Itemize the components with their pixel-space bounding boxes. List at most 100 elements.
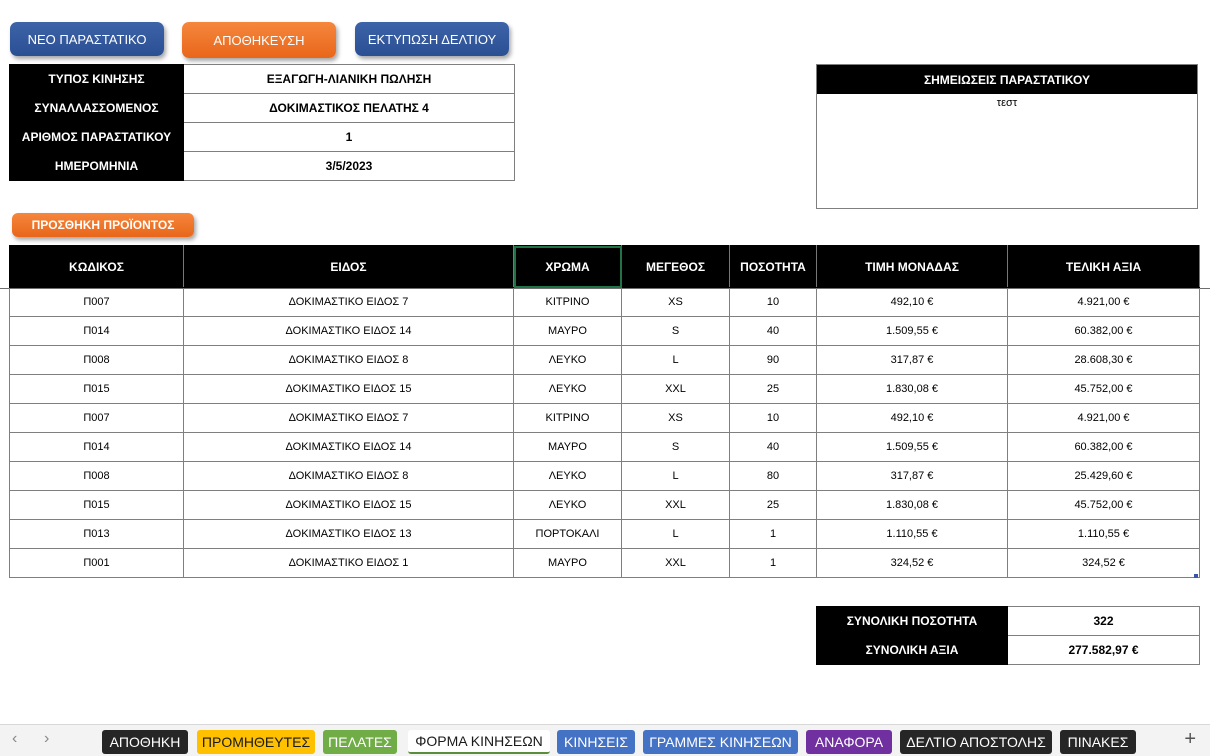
item-size[interactable]: S bbox=[621, 432, 730, 462]
plus-icon[interactable]: + bbox=[1184, 728, 1196, 751]
sheet-tab[interactable]: ΓΡΑΜΜΕΣ ΚΙΝΗΣΕΩΝ bbox=[643, 730, 798, 754]
item-quantity[interactable]: 80 bbox=[729, 461, 817, 491]
item-total[interactable]: 60.382,00 € bbox=[1007, 316, 1200, 346]
save-button[interactable]: ΑΠΟΘΗΚΕΥΣΗ bbox=[182, 22, 336, 58]
item-description[interactable]: ΔΟΚΙΜΑΣΤΙΚΟ ΕΙΔΟΣ 7 bbox=[183, 287, 514, 317]
item-code[interactable]: Π015 bbox=[9, 374, 184, 404]
item-size[interactable]: L bbox=[621, 461, 730, 491]
item-total[interactable]: 1.110,55 € bbox=[1007, 519, 1200, 549]
notes-text[interactable]: τεστ bbox=[817, 97, 1197, 109]
item-color[interactable]: ΛΕΥΚΟ bbox=[513, 490, 622, 520]
item-color[interactable]: ΛΕΥΚΟ bbox=[513, 461, 622, 491]
item-description[interactable]: ΔΟΚΙΜΑΣΤΙΚΟ ΕΙΔΟΣ 15 bbox=[183, 490, 514, 520]
sheet-tab[interactable]: ΦΟΡΜΑ ΚΙΝΗΣΕΩΝ bbox=[408, 730, 550, 754]
item-code[interactable]: Π013 bbox=[9, 519, 184, 549]
item-quantity[interactable]: 10 bbox=[729, 403, 817, 433]
item-color[interactable]: ΠΟΡΤΟΚΑΛΙ bbox=[513, 519, 622, 549]
item-quantity[interactable]: 1 bbox=[729, 548, 817, 578]
item-color[interactable]: ΛΕΥΚΟ bbox=[513, 374, 622, 404]
item-unit-price[interactable]: 1.830,08 € bbox=[816, 374, 1008, 404]
item-total[interactable]: 60.382,00 € bbox=[1007, 432, 1200, 462]
item-size[interactable]: L bbox=[621, 345, 730, 375]
item-code[interactable]: Π014 bbox=[9, 316, 184, 346]
item-description[interactable]: ΔΟΚΙΜΑΣΤΙΚΟ ΕΙΔΟΣ 13 bbox=[183, 519, 514, 549]
item-size[interactable]: S bbox=[621, 316, 730, 346]
item-code[interactable]: Π001 bbox=[9, 548, 184, 578]
info-value[interactable]: 1 bbox=[183, 122, 515, 152]
info-value[interactable]: 3/5/2023 bbox=[183, 151, 515, 181]
item-color[interactable]: ΜΑΥΡΟ bbox=[513, 548, 622, 578]
sheet-tab[interactable]: ΚΙΝΗΣΕΙΣ bbox=[557, 730, 635, 754]
item-description[interactable]: ΔΟΚΙΜΑΣΤΙΚΟ ΕΙΔΟΣ 7 bbox=[183, 403, 514, 433]
item-description[interactable]: ΔΟΚΙΜΑΣΤΙΚΟ ΕΙΔΟΣ 8 bbox=[183, 345, 514, 375]
info-value[interactable]: ΕΞΑΓΩΓΗ-ΛΙΑΝΙΚΗ ΠΩΛΗΣΗ bbox=[183, 64, 515, 94]
selection-handle[interactable] bbox=[1194, 574, 1198, 578]
item-unit-price[interactable]: 324,52 € bbox=[816, 548, 1008, 578]
item-size[interactable]: XXL bbox=[621, 548, 730, 578]
sheet-tab[interactable]: ΠΕΛΑΤΕΣ bbox=[323, 730, 397, 754]
info-label: ΗΜΕΡΟΜΗΝΙΑ bbox=[9, 151, 184, 181]
item-size[interactable]: XXL bbox=[621, 490, 730, 520]
item-description[interactable]: ΔΟΚΙΜΑΣΤΙΚΟ ΕΙΔΟΣ 14 bbox=[183, 316, 514, 346]
sheet-tab[interactable]: ΑΝΑΦΟΡΑ bbox=[806, 730, 892, 754]
item-total[interactable]: 4.921,00 € bbox=[1007, 403, 1200, 433]
column-header: ΕΙΔΟΣ bbox=[183, 245, 514, 288]
item-quantity[interactable]: 1 bbox=[729, 519, 817, 549]
item-color[interactable]: ΚΙΤΡΙΝΟ bbox=[513, 287, 622, 317]
item-total[interactable]: 4.921,00 € bbox=[1007, 287, 1200, 317]
total-quantity-row: ΣΥΝΟΛΙΚΗ ΠΟΣΟΤΗΤΑ 322 bbox=[816, 606, 1200, 636]
item-code[interactable]: Π008 bbox=[9, 345, 184, 375]
item-total[interactable]: 45.752,00 € bbox=[1007, 490, 1200, 520]
sheet-tab[interactable]: ΠΡΟΜΗΘΕΥΤΕΣ bbox=[197, 730, 315, 754]
chevron-right-icon[interactable]: › bbox=[44, 730, 49, 748]
item-description[interactable]: ΔΟΚΙΜΑΣΤΙΚΟ ΕΙΔΟΣ 1 bbox=[183, 548, 514, 578]
item-color[interactable]: ΜΑΥΡΟ bbox=[513, 316, 622, 346]
item-quantity[interactable]: 40 bbox=[729, 432, 817, 462]
item-color[interactable]: ΛΕΥΚΟ bbox=[513, 345, 622, 375]
item-total[interactable]: 45.752,00 € bbox=[1007, 374, 1200, 404]
sheet-tab[interactable]: ΠΙΝΑΚΕΣ bbox=[1060, 730, 1136, 754]
item-unit-price[interactable]: 1.110,55 € bbox=[816, 519, 1008, 549]
item-unit-price[interactable]: 492,10 € bbox=[816, 287, 1008, 317]
item-color[interactable]: ΚΙΤΡΙΝΟ bbox=[513, 403, 622, 433]
add-product-button[interactable]: ΠΡΟΣΘΗΚΗ ΠΡΟΪΟΝΤΟΣ bbox=[12, 213, 194, 237]
item-color[interactable]: ΜΑΥΡΟ bbox=[513, 432, 622, 462]
new-document-button[interactable]: ΝΕΟ ΠΑΡΑΣΤΑΤΙΚΟ bbox=[10, 22, 164, 56]
item-size[interactable]: L bbox=[621, 519, 730, 549]
item-unit-price[interactable]: 317,87 € bbox=[816, 461, 1008, 491]
info-value[interactable]: ΔΟΚΙΜΑΣΤΙΚΟΣ ΠΕΛΑΤΗΣ 4 bbox=[183, 93, 515, 123]
sheet-tab[interactable]: ΑΠΟΘΗΚΗ bbox=[102, 730, 188, 754]
total-quantity-value[interactable]: 322 bbox=[1007, 606, 1200, 636]
item-description[interactable]: ΔΟΚΙΜΑΣΤΙΚΟ ΕΙΔΟΣ 8 bbox=[183, 461, 514, 491]
item-total[interactable]: 25.429,60 € bbox=[1007, 461, 1200, 491]
sheet-tab[interactable]: ΔΕΛΤΙΟ ΑΠΟΣΤΟΛΗΣ bbox=[900, 730, 1052, 754]
item-unit-price[interactable]: 1.509,55 € bbox=[816, 432, 1008, 462]
item-quantity[interactable]: 40 bbox=[729, 316, 817, 346]
item-description[interactable]: ΔΟΚΙΜΑΣΤΙΚΟ ΕΙΔΟΣ 14 bbox=[183, 432, 514, 462]
item-quantity[interactable]: 25 bbox=[729, 490, 817, 520]
info-row-counterparty: ΣΥΝΑΛΛΑΣΣΟΜΕΝΟΣ ΔΟΚΙΜΑΣΤΙΚΟΣ ΠΕΛΑΤΗΣ 4 bbox=[9, 93, 515, 123]
info-label: ΑΡΙΘΜΟΣ ΠΑΡΑΣΤΑΤΙΚΟΥ bbox=[9, 122, 184, 152]
item-unit-price[interactable]: 317,87 € bbox=[816, 345, 1008, 375]
item-code[interactable]: Π014 bbox=[9, 432, 184, 462]
item-code[interactable]: Π007 bbox=[9, 403, 184, 433]
item-size[interactable]: XXL bbox=[621, 374, 730, 404]
item-total[interactable]: 324,52 € bbox=[1007, 548, 1200, 578]
chevron-left-icon[interactable]: ‹ bbox=[12, 730, 17, 748]
item-quantity[interactable]: 90 bbox=[729, 345, 817, 375]
item-unit-price[interactable]: 492,10 € bbox=[816, 403, 1008, 433]
item-unit-price[interactable]: 1.509,55 € bbox=[816, 316, 1008, 346]
print-slip-button[interactable]: ΕΚΤΥΠΩΣΗ ΔΕΛΤΙΟΥ bbox=[355, 22, 509, 56]
item-quantity[interactable]: 10 bbox=[729, 287, 817, 317]
item-code[interactable]: Π007 bbox=[9, 287, 184, 317]
item-total[interactable]: 28.608,30 € bbox=[1007, 345, 1200, 375]
column-header[interactable]: ΧΡΩΜΑ bbox=[513, 245, 622, 288]
item-code[interactable]: Π015 bbox=[9, 490, 184, 520]
item-description[interactable]: ΔΟΚΙΜΑΣΤΙΚΟ ΕΙΔΟΣ 15 bbox=[183, 374, 514, 404]
item-quantity[interactable]: 25 bbox=[729, 374, 817, 404]
item-size[interactable]: XS bbox=[621, 403, 730, 433]
item-unit-price[interactable]: 1.830,08 € bbox=[816, 490, 1008, 520]
total-value-value[interactable]: 277.582,97 € bbox=[1007, 635, 1200, 665]
item-size[interactable]: XS bbox=[621, 287, 730, 317]
item-code[interactable]: Π008 bbox=[9, 461, 184, 491]
